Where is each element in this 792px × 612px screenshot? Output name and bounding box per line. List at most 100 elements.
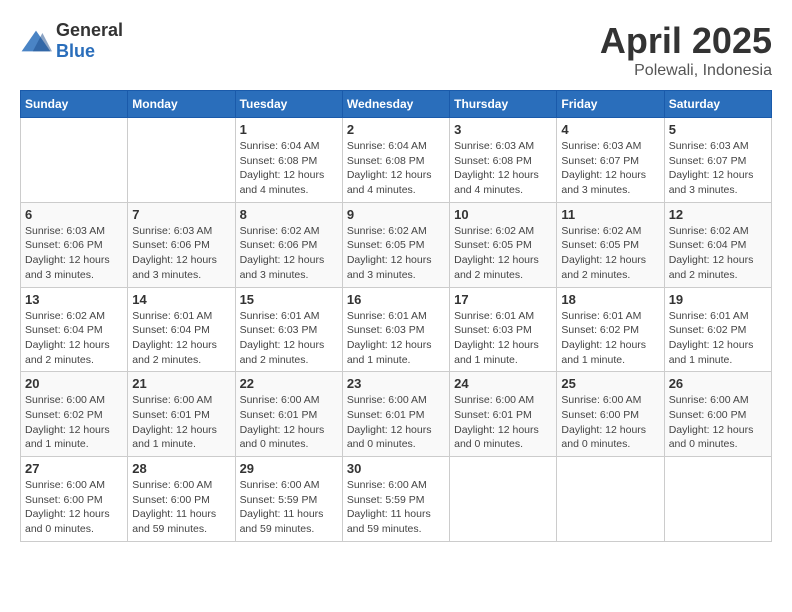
day-cell: 18 Sunrise: 6:01 AM Sunset: 6:02 PM Dayli…: [557, 287, 664, 372]
day-number: 5: [669, 122, 767, 137]
logo: General Blue: [20, 20, 123, 62]
day-cell: [21, 118, 128, 203]
header-cell-saturday: Saturday: [664, 91, 771, 118]
day-detail: Sunrise: 6:02 AM Sunset: 6:04 PM Dayligh…: [669, 224, 767, 283]
day-detail: Sunrise: 6:03 AM Sunset: 6:06 PM Dayligh…: [132, 224, 230, 283]
day-detail: Sunrise: 6:02 AM Sunset: 6:05 PM Dayligh…: [347, 224, 445, 283]
day-cell: 14 Sunrise: 6:01 AM Sunset: 6:04 PM Dayli…: [128, 287, 235, 372]
day-detail: Sunrise: 6:01 AM Sunset: 6:02 PM Dayligh…: [561, 309, 659, 368]
day-detail: Sunrise: 6:01 AM Sunset: 6:03 PM Dayligh…: [347, 309, 445, 368]
day-number: 8: [240, 207, 338, 222]
week-row-3: 13 Sunrise: 6:02 AM Sunset: 6:04 PM Dayli…: [21, 287, 772, 372]
day-number: 21: [132, 376, 230, 391]
day-cell: 11Sunrise: 6:02 AM Sunset: 6:05 PM Dayli…: [557, 202, 664, 287]
logo-blue: Blue: [56, 41, 95, 61]
header-row: SundayMondayTuesdayWednesdayThursdayFrid…: [21, 91, 772, 118]
week-row-5: 27 Sunrise: 6:00 AM Sunset: 6:00 PM Dayli…: [21, 457, 772, 542]
day-detail: Sunrise: 6:00 AM Sunset: 5:59 PM Dayligh…: [347, 478, 445, 537]
day-number: 18: [561, 292, 659, 307]
day-cell: 24Sunrise: 6:00 AM Sunset: 6:01 PM Dayli…: [450, 372, 557, 457]
day-cell: 5 Sunrise: 6:03 AM Sunset: 6:07 PM Daylig…: [664, 118, 771, 203]
day-number: 17: [454, 292, 552, 307]
day-detail: Sunrise: 6:01 AM Sunset: 6:04 PM Dayligh…: [132, 309, 230, 368]
day-number: 25: [561, 376, 659, 391]
day-detail: Sunrise: 6:00 AM Sunset: 6:00 PM Dayligh…: [561, 393, 659, 452]
week-row-1: 1Sunrise: 6:04 AM Sunset: 6:08 PM Daylig…: [21, 118, 772, 203]
day-number: 6: [25, 207, 123, 222]
day-cell: 17 Sunrise: 6:01 AM Sunset: 6:03 PM Dayli…: [450, 287, 557, 372]
day-cell: [450, 457, 557, 542]
day-detail: Sunrise: 6:02 AM Sunset: 6:05 PM Dayligh…: [454, 224, 552, 283]
day-detail: Sunrise: 6:04 AM Sunset: 6:08 PM Dayligh…: [240, 139, 338, 198]
day-cell: 3Sunrise: 6:03 AM Sunset: 6:08 PM Daylig…: [450, 118, 557, 203]
day-cell: 23Sunrise: 6:00 AM Sunset: 6:01 PM Dayli…: [342, 372, 449, 457]
header: General Blue April 2025 Polewali, Indone…: [20, 20, 772, 80]
day-cell: 29 Sunrise: 6:00 AM Sunset: 5:59 PM Dayli…: [235, 457, 342, 542]
day-cell: 27 Sunrise: 6:00 AM Sunset: 6:00 PM Dayli…: [21, 457, 128, 542]
day-number: 9: [347, 207, 445, 222]
day-cell: 15 Sunrise: 6:01 AM Sunset: 6:03 PM Dayli…: [235, 287, 342, 372]
day-cell: 7 Sunrise: 6:03 AM Sunset: 6:06 PM Daylig…: [128, 202, 235, 287]
day-cell: 21Sunrise: 6:00 AM Sunset: 6:01 PM Dayli…: [128, 372, 235, 457]
day-cell: [664, 457, 771, 542]
logo-icon: [20, 29, 52, 53]
day-detail: Sunrise: 6:00 AM Sunset: 5:59 PM Dayligh…: [240, 478, 338, 537]
day-number: 14: [132, 292, 230, 307]
day-detail: Sunrise: 6:00 AM Sunset: 6:00 PM Dayligh…: [132, 478, 230, 537]
day-number: 29: [240, 461, 338, 476]
day-detail: Sunrise: 6:03 AM Sunset: 6:07 PM Dayligh…: [669, 139, 767, 198]
day-detail: Sunrise: 6:00 AM Sunset: 6:01 PM Dayligh…: [240, 393, 338, 452]
title-area: April 2025 Polewali, Indonesia: [600, 20, 772, 80]
day-cell: 16Sunrise: 6:01 AM Sunset: 6:03 PM Dayli…: [342, 287, 449, 372]
day-number: 2: [347, 122, 445, 137]
day-detail: Sunrise: 6:02 AM Sunset: 6:04 PM Dayligh…: [25, 309, 123, 368]
day-number: 7: [132, 207, 230, 222]
day-detail: Sunrise: 6:00 AM Sunset: 6:01 PM Dayligh…: [454, 393, 552, 452]
day-number: 30: [347, 461, 445, 476]
header-cell-tuesday: Tuesday: [235, 91, 342, 118]
main-title: April 2025: [600, 20, 772, 62]
day-detail: Sunrise: 6:02 AM Sunset: 6:05 PM Dayligh…: [561, 224, 659, 283]
day-cell: 12 Sunrise: 6:02 AM Sunset: 6:04 PM Dayli…: [664, 202, 771, 287]
day-cell: 10 Sunrise: 6:02 AM Sunset: 6:05 PM Dayli…: [450, 202, 557, 287]
day-detail: Sunrise: 6:01 AM Sunset: 6:02 PM Dayligh…: [669, 309, 767, 368]
day-cell: 2 Sunrise: 6:04 AM Sunset: 6:08 PM Daylig…: [342, 118, 449, 203]
calendar-table: SundayMondayTuesdayWednesdayThursdayFrid…: [20, 90, 772, 542]
day-detail: Sunrise: 6:00 AM Sunset: 6:00 PM Dayligh…: [25, 478, 123, 537]
header-cell-monday: Monday: [128, 91, 235, 118]
day-number: 22: [240, 376, 338, 391]
logo-general: General: [56, 20, 123, 40]
day-number: 12: [669, 207, 767, 222]
day-detail: Sunrise: 6:01 AM Sunset: 6:03 PM Dayligh…: [240, 309, 338, 368]
day-detail: Sunrise: 6:02 AM Sunset: 6:06 PM Dayligh…: [240, 224, 338, 283]
header-cell-sunday: Sunday: [21, 91, 128, 118]
day-cell: 9 Sunrise: 6:02 AM Sunset: 6:05 PM Daylig…: [342, 202, 449, 287]
day-cell: 26 Sunrise: 6:00 AM Sunset: 6:00 PM Dayli…: [664, 372, 771, 457]
calendar-header: SundayMondayTuesdayWednesdayThursdayFrid…: [21, 91, 772, 118]
day-detail: Sunrise: 6:01 AM Sunset: 6:03 PM Dayligh…: [454, 309, 552, 368]
subtitle: Polewali, Indonesia: [600, 62, 772, 80]
day-cell: 28Sunrise: 6:00 AM Sunset: 6:00 PM Dayli…: [128, 457, 235, 542]
header-cell-wednesday: Wednesday: [342, 91, 449, 118]
day-cell: [128, 118, 235, 203]
day-detail: Sunrise: 6:00 AM Sunset: 6:01 PM Dayligh…: [347, 393, 445, 452]
calendar-body: 1Sunrise: 6:04 AM Sunset: 6:08 PM Daylig…: [21, 118, 772, 542]
week-row-4: 20Sunrise: 6:00 AM Sunset: 6:02 PM Dayli…: [21, 372, 772, 457]
day-cell: 1Sunrise: 6:04 AM Sunset: 6:08 PM Daylig…: [235, 118, 342, 203]
day-number: 13: [25, 292, 123, 307]
day-cell: 20Sunrise: 6:00 AM Sunset: 6:02 PM Dayli…: [21, 372, 128, 457]
header-cell-thursday: Thursday: [450, 91, 557, 118]
day-number: 10: [454, 207, 552, 222]
day-detail: Sunrise: 6:04 AM Sunset: 6:08 PM Dayligh…: [347, 139, 445, 198]
day-cell: 13 Sunrise: 6:02 AM Sunset: 6:04 PM Dayli…: [21, 287, 128, 372]
day-number: 15: [240, 292, 338, 307]
day-cell: 8 Sunrise: 6:02 AM Sunset: 6:06 PM Daylig…: [235, 202, 342, 287]
logo-text: General Blue: [56, 20, 123, 62]
day-cell: [557, 457, 664, 542]
day-cell: 30 Sunrise: 6:00 AM Sunset: 5:59 PM Dayli…: [342, 457, 449, 542]
day-cell: 6Sunrise: 6:03 AM Sunset: 6:06 PM Daylig…: [21, 202, 128, 287]
day-number: 20: [25, 376, 123, 391]
day-number: 27: [25, 461, 123, 476]
day-detail: Sunrise: 6:00 AM Sunset: 6:00 PM Dayligh…: [669, 393, 767, 452]
day-number: 26: [669, 376, 767, 391]
